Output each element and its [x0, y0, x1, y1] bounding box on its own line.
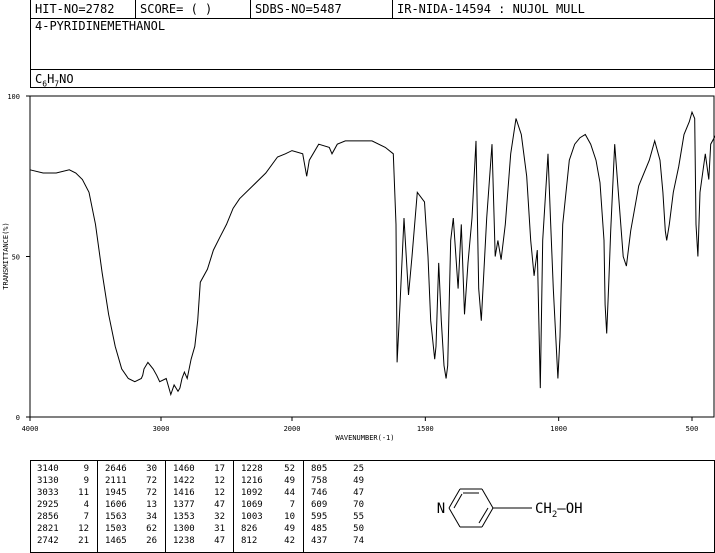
peak-wavenumber: 437	[311, 536, 328, 546]
hydroxymethyl-group: CH2—OH	[535, 501, 583, 520]
ir-spectrum-chart: 4000 3000 2000 1500 1000 500 0 50 100 WAVENUMBER…	[2, 93, 715, 442]
peak-transmittance: 25	[353, 464, 364, 474]
peak-wavenumber: 1465	[105, 536, 127, 546]
peak-wavenumber: 812	[241, 536, 258, 546]
peak-transmittance: 11	[78, 488, 89, 498]
peak-wavenumber: 758	[311, 476, 328, 486]
peak-transmittance: 7	[83, 512, 89, 522]
peak-wavenumber: 1069	[241, 500, 263, 510]
peak-transmittance: 12	[214, 476, 225, 486]
peak-transmittance: 72	[146, 488, 157, 498]
peak-transmittance: 12	[214, 488, 225, 498]
peak-transmittance: 30	[146, 464, 157, 474]
peak-transmittance: 4	[83, 500, 89, 510]
peak-column: 3140 9 3130 9 3033 11 2925 4 2856 7 2821 12 2742 21	[30, 460, 98, 552]
peak-wavenumber: 3033	[37, 488, 59, 498]
peak-transmittance: 21	[78, 536, 89, 546]
peak-wavenumber: 485	[311, 524, 328, 534]
peak-wavenumber: 1300	[173, 524, 195, 534]
peak-table-body: 3140 9 3130 9 3033 11 2925 4 2856 7 2821 12 2742 21 26…	[30, 460, 372, 552]
peak-transmittance: 62	[146, 524, 157, 534]
peak-wavenumber: 1416	[173, 488, 195, 498]
peak-wavenumber: 1606	[105, 500, 127, 510]
x-tick-label: 1000	[550, 425, 567, 433]
y-axis-label: TRANSMITTANCE(%)	[2, 222, 10, 289]
peak-transmittance: 31	[214, 524, 225, 534]
peak-wavenumber: 1460	[173, 464, 195, 474]
peak-column: 1228 52 1216 49 1092 44 1069 7 1003 10 826 49 812 42	[234, 460, 304, 552]
peak-transmittance: 10	[284, 512, 295, 522]
peak-transmittance: 13	[146, 500, 157, 510]
peak-column: 2646 30 2111 72 1945 72 1606 13 1563 34 1503 62 1465…	[98, 460, 166, 552]
peak-transmittance: 17	[214, 464, 225, 474]
peak-transmittance: 49	[284, 524, 295, 534]
peak-wavenumber: 1003	[241, 512, 263, 522]
peak-wavenumber: 746	[311, 488, 328, 498]
peak-transmittance: 9	[83, 476, 89, 486]
peak-column: 805 25 758 49 746 47 609 70 595 55 485 50 437 74	[304, 460, 372, 552]
y-tick-label: 50	[12, 254, 20, 262]
peak-wavenumber: 1092	[241, 488, 263, 498]
y-tick-label: 0	[16, 414, 20, 422]
peak-transmittance: 9	[83, 464, 89, 474]
peak-wavenumber: 2925	[37, 500, 59, 510]
peak-transmittance: 70	[353, 500, 364, 510]
peak-wavenumber: 1216	[241, 476, 263, 486]
peak-transmittance: 49	[284, 476, 295, 486]
peak-transmittance: 12	[78, 524, 89, 534]
x-tick-label: 500	[686, 425, 699, 433]
peak-transmittance: 49	[353, 476, 364, 486]
peak-wavenumber: 3130	[37, 476, 59, 486]
peak-wavenumber: 2111	[105, 476, 127, 486]
peak-wavenumber: 1503	[105, 524, 127, 534]
peak-transmittance: 52	[284, 464, 295, 474]
peak-transmittance: 74	[353, 536, 364, 546]
nitrogen-atom: N	[437, 501, 445, 517]
molecular-structure: N CH2—OH	[434, 488, 583, 528]
peak-column: 1460 17 1422 12 1416 12 1377 47 1353 32 1300 31 1238…	[166, 460, 234, 552]
peak-transmittance: 72	[146, 476, 157, 486]
peak-wavenumber: 1563	[105, 512, 127, 522]
spectrum-line	[29, 110, 715, 397]
peak-wavenumber: 826	[241, 524, 258, 534]
peak-wavenumber: 2856	[37, 512, 59, 522]
peak-wavenumber: 609	[311, 500, 328, 510]
peak-wavenumber: 1238	[173, 536, 195, 546]
peak-wavenumber: 3140	[37, 464, 59, 474]
peak-wavenumber: 1228	[241, 464, 263, 474]
x-tick-label: 3000	[153, 425, 170, 433]
peak-transmittance: 50	[353, 524, 364, 534]
peak-wavenumber: 595	[311, 512, 328, 522]
peak-wavenumber: 2821	[37, 524, 59, 534]
peak-wavenumber: 2742	[37, 536, 59, 546]
x-axis-label: WAVENUMBER(-1)	[335, 434, 394, 442]
peak-transmittance: 34	[146, 512, 157, 522]
peak-transmittance: 7	[289, 500, 295, 510]
peak-transmittance: 47	[353, 488, 364, 498]
peak-wavenumber: 1353	[173, 512, 195, 522]
peak-wavenumber: 2646	[105, 464, 127, 474]
y-tick-label: 100	[7, 93, 20, 101]
x-tick-label: 1500	[417, 425, 434, 433]
x-tick-label: 4000	[22, 425, 39, 433]
peak-transmittance: 26	[146, 536, 157, 546]
peak-transmittance: 47	[214, 500, 225, 510]
peak-transmittance: 42	[284, 536, 295, 546]
plot-frame	[29, 95, 715, 418]
peak-transmittance: 44	[284, 488, 295, 498]
peak-transmittance: 55	[353, 512, 364, 522]
peak-wavenumber: 1377	[173, 500, 195, 510]
peak-transmittance: 32	[214, 512, 225, 522]
peak-wavenumber: 1945	[105, 488, 127, 498]
peak-transmittance: 47	[214, 536, 225, 546]
x-tick-label: 2000	[284, 425, 301, 433]
peak-wavenumber: 805	[311, 464, 328, 474]
peak-wavenumber: 1422	[173, 476, 195, 486]
pyridine-ring	[448, 488, 532, 528]
